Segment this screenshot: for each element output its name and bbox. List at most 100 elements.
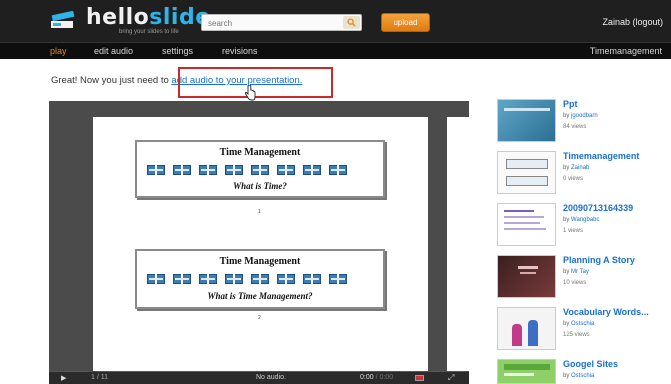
thumb-line [504, 210, 534, 212]
related-title[interactable]: Googel Sites [563, 359, 668, 369]
scale-icon [173, 274, 191, 284]
related-title[interactable]: Planning A Story [563, 255, 668, 265]
related-views: 125 views [563, 332, 590, 338]
related-thumbnail[interactable] [497, 307, 556, 350]
related-thumbnail[interactable] [497, 151, 556, 194]
scale-icon [147, 274, 165, 284]
audio-status: No audio. [256, 374, 286, 381]
user-area: Zainab (logout) [602, 17, 663, 27]
tab-revisions[interactable]: revisions [222, 46, 258, 56]
thumb-figure [512, 324, 522, 346]
related-title[interactable]: Vocabulary Words... [563, 307, 668, 317]
related-author: by Mr Tay [563, 269, 589, 275]
logout-link[interactable]: (logout) [632, 17, 663, 27]
scale-icon-row-2 [147, 274, 347, 284]
related-views: 10 views [563, 280, 587, 286]
next-slide-edge [447, 117, 469, 384]
related-item[interactable]: Vocabulary Words... by Ostschia 125 view… [497, 307, 667, 353]
brand-logo[interactable]: helloslide [86, 5, 211, 30]
related-views: 0 views [563, 176, 584, 182]
related-thumbnail[interactable] [497, 99, 556, 142]
related-thumbnail[interactable] [497, 255, 556, 298]
related-item[interactable]: Ppt by jgoodbarn 84 views [497, 99, 667, 145]
scale-icon [329, 165, 347, 175]
related-item[interactable]: Googel Sites by Ostschia [497, 359, 667, 384]
related-by: by [563, 165, 570, 171]
related-by: by [563, 373, 570, 379]
related-item[interactable]: 20090713164339 by Wangbabc 1 views [497, 203, 667, 249]
related-thumbnail[interactable] [497, 359, 556, 384]
thumb-line [504, 108, 550, 111]
time-current: 0:00 [360, 374, 374, 381]
related-author-link[interactable]: Wangbabc [571, 217, 599, 223]
related-author: by Wangbabc [563, 217, 599, 223]
scale-icon [199, 274, 217, 284]
scale-icon [147, 165, 165, 175]
scale-icon [225, 165, 243, 175]
slide-player[interactable]: Time Management What is Time? 1 Time Man… [49, 101, 469, 384]
upload-button[interactable]: upload [381, 13, 430, 32]
related-by: by [563, 217, 570, 223]
thumb-line [504, 364, 550, 370]
scale-icon [303, 165, 321, 175]
tab-settings[interactable]: settings [162, 46, 193, 56]
fullscreen-icon[interactable]: ⤢ [448, 373, 454, 383]
related-author-link[interactable]: Ostschia [571, 321, 594, 327]
tab-play[interactable]: play [50, 46, 67, 56]
scale-icon [251, 274, 269, 284]
logo-hello: hello [86, 5, 150, 30]
scale-icon [303, 274, 321, 284]
page-indicator: 1 / 11 [91, 374, 108, 381]
slide-card-2: Time Management What is Time Management? [135, 249, 385, 309]
scale-icon [225, 274, 243, 284]
slide-card-1-title: Time Management [219, 147, 301, 158]
search-box [201, 14, 362, 31]
related-item[interactable]: Planning A Story by Mr Tay 10 views [497, 255, 667, 301]
presentation-title: Timemanagement [589, 46, 662, 56]
slide-page-number-1: 1 [258, 209, 261, 215]
related-author: by Ostschia [563, 373, 594, 379]
brand-tagline: bring your slides to life [119, 29, 179, 35]
related-by: by [563, 113, 570, 119]
related-title[interactable]: 20090713164339 [563, 203, 668, 213]
related-title[interactable]: Timemanagement [563, 151, 668, 161]
nav-bar: play edit audio settings revisions Timem… [0, 42, 671, 59]
related-author: by Zainab [563, 165, 589, 171]
related-author-link[interactable]: Mr Tay [571, 269, 589, 275]
related-views: 84 views [563, 124, 587, 130]
slide-logo-icon[interactable] [49, 11, 76, 31]
related-author: by jgoodbarn [563, 113, 598, 119]
slide-card-1: Time Management What is Time? [135, 140, 385, 198]
related-item[interactable]: Timemanagement by Zainab 0 views [497, 151, 667, 197]
search-button[interactable] [343, 16, 360, 29]
play-icon[interactable]: ▶ [61, 374, 66, 382]
thumb-line [518, 266, 538, 269]
related-author-link[interactable]: Ostschia [571, 373, 594, 379]
language-flag-icon[interactable] [415, 375, 424, 381]
slide-card-1-subtitle: What is Time? [233, 181, 287, 191]
related-author: by Ostschia [563, 321, 594, 327]
thumb-line [504, 216, 544, 218]
related-by: by [563, 269, 570, 275]
scale-icon [277, 274, 295, 284]
thumb-card [506, 159, 548, 169]
scale-icon [173, 165, 191, 175]
time-display: 0:00 / 0:00 [360, 374, 394, 381]
related-title[interactable]: Ppt [563, 99, 668, 109]
scale-icon [199, 165, 217, 175]
user-name-link[interactable]: Zainab [602, 17, 630, 27]
tab-edit-audio[interactable]: edit audio [94, 46, 133, 56]
slide-page-number-2: 2 [258, 315, 261, 321]
scale-icon-row-1 [147, 165, 347, 175]
search-input[interactable] [208, 17, 338, 29]
top-bar: helloslide bring your slides to life upl… [0, 0, 671, 42]
related-author-link[interactable]: jgoodbarn [571, 113, 598, 119]
related-author-link[interactable]: Zainab [571, 165, 589, 171]
related-views: 1 views [563, 228, 584, 234]
search-icon [347, 18, 356, 27]
slide-card-2-title: Time Management [219, 256, 301, 267]
related-thumbnail[interactable] [497, 203, 556, 246]
thumb-line [504, 228, 546, 230]
message-text: Great! Now you just need to [51, 75, 172, 86]
thumb-card [506, 176, 548, 186]
